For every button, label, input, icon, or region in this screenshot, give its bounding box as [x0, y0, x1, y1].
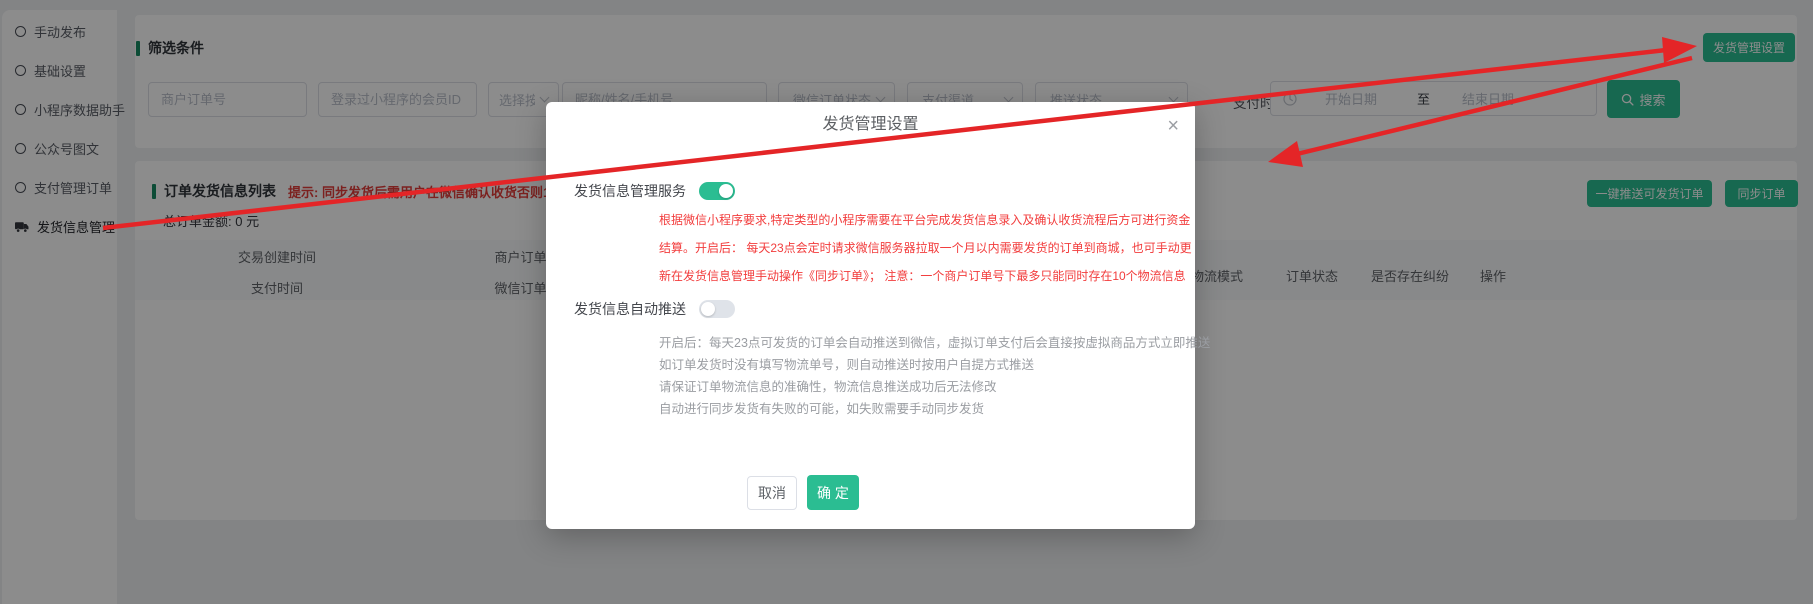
service-label: 发货信息管理服务: [574, 181, 686, 201]
service-desc-line: 根据微信小程序要求,特定类型的小程序需要在平台完成发货信息录入及确认收货流程后方…: [659, 206, 1192, 234]
toggle-knob: [701, 302, 715, 316]
auto-push-description: 开启后：每天23点可发货的订单会自动推送到微信，虚拟订单支付后会直接按虚拟商品方…: [659, 332, 1210, 420]
auto-push-label: 发货信息自动推送: [574, 299, 686, 319]
service-toggle-on[interactable]: [699, 182, 735, 200]
cancel-button[interactable]: 取消: [747, 476, 797, 510]
service-desc-line: 结算。开启后： 每天23点会定时请求微信服务器拉取一个月以内需要发货的订单到商城…: [659, 234, 1192, 262]
toggle-knob: [719, 184, 733, 198]
auto-push-desc-line: 开启后：每天23点可发货的订单会自动推送到微信，虚拟订单支付后会直接按虚拟商品方…: [659, 332, 1210, 354]
app-root: 手动发布 基础设置 小程序数据助手 公众号图文 支付管理订单 发货信息管理: [0, 0, 1813, 604]
auto-push-toggle-off[interactable]: [699, 300, 735, 318]
shipping-settings-modal: 发货管理设置 × 发货信息管理服务 根据微信小程序要求,特定类型的小程序需要在平…: [546, 102, 1195, 529]
service-description: 根据微信小程序要求,特定类型的小程序需要在平台完成发货信息录入及确认收货流程后方…: [659, 206, 1192, 290]
close-icon[interactable]: ×: [1167, 116, 1179, 136]
auto-push-desc-line: 如订单发货时没有填写物流单号，则自动推送时按用户自提方式推送: [659, 354, 1210, 376]
auto-push-desc-line: 请保证订单物流信息的准确性，物流信息推送成功后无法修改: [659, 376, 1210, 398]
modal-title: 发货管理设置: [546, 110, 1195, 134]
service-toggle-row: 发货信息管理服务: [574, 181, 735, 201]
confirm-button[interactable]: 确 定: [807, 475, 859, 510]
service-desc-line: 新在发货信息管理手动操作《同步订单》； 注意：一个商户订单号下最多只能同时存在1…: [659, 262, 1192, 290]
auto-push-desc-line: 自动进行同步发货有失败的可能，如失败需要手动同步发货: [659, 398, 1210, 420]
auto-push-toggle-row: 发货信息自动推送: [574, 299, 735, 319]
